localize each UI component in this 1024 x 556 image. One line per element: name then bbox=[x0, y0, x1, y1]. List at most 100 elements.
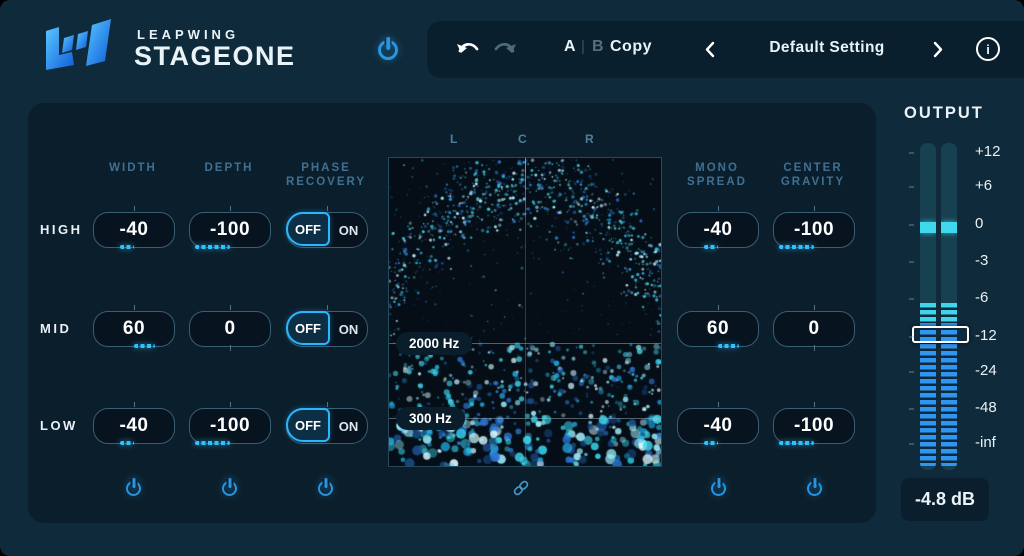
center-gravity-mid-knob[interactable]: 0 bbox=[773, 311, 855, 347]
redo-icon bbox=[491, 40, 518, 59]
chevron-right-icon bbox=[933, 41, 943, 58]
scale-plus6: +6 bbox=[975, 177, 992, 194]
header-gravity-line1: CENTER bbox=[763, 161, 863, 175]
gravity-low-indicator bbox=[779, 441, 814, 445]
phase-high-off-button[interactable]: OFF bbox=[286, 212, 330, 246]
undo-button[interactable] bbox=[455, 40, 482, 64]
link-button[interactable] bbox=[511, 478, 531, 503]
output-meter-left[interactable] bbox=[920, 143, 936, 470]
output-meter-right[interactable] bbox=[941, 143, 957, 470]
header-depth-label: DEPTH bbox=[189, 161, 269, 175]
width-low-knob[interactable]: -40 bbox=[93, 408, 175, 444]
width-mid-knob[interactable]: 60 bbox=[93, 311, 175, 347]
width-low-indicator bbox=[120, 441, 134, 445]
gravity-mid-value: 0 bbox=[808, 318, 819, 339]
center-channel-line bbox=[525, 158, 526, 466]
depth-mid-indicator bbox=[230, 345, 231, 351]
preset-a-button[interactable]: A bbox=[564, 38, 576, 56]
depth-high-value: -100 bbox=[210, 219, 250, 240]
center-gravity-high-knob[interactable]: -100 bbox=[773, 212, 855, 248]
stageone-plugin-window: LEAPWING STAGEONE A | B Copy Default Set… bbox=[0, 0, 1024, 556]
ab-divider: | bbox=[581, 38, 585, 55]
mono-low-indicator bbox=[704, 441, 718, 445]
mono-mid-indicator bbox=[718, 344, 739, 348]
preset-name[interactable]: Default Setting bbox=[742, 39, 912, 57]
leapwing-logo bbox=[36, 16, 120, 74]
width-high-knob[interactable]: -40 bbox=[93, 212, 175, 248]
phase-low-on-button[interactable]: ON bbox=[330, 409, 367, 443]
scale-plus12: +12 bbox=[975, 143, 1000, 160]
mono-low-value: -40 bbox=[704, 415, 733, 436]
row-label-high: HIGH bbox=[40, 222, 83, 237]
phase-recovery-toggle-high: OFF ON bbox=[286, 212, 368, 248]
depth-power-button[interactable] bbox=[222, 481, 237, 496]
column-header-phase-recovery: PHASE RECOVERY bbox=[276, 161, 376, 189]
meter-fill-cyan-right bbox=[941, 303, 957, 323]
output-title: OUTPUT bbox=[904, 104, 984, 123]
info-button[interactable]: i bbox=[976, 37, 1000, 61]
phase-recovery-toggle-low: OFF ON bbox=[286, 408, 368, 444]
scale-minus24: -24 bbox=[975, 362, 997, 379]
stereo-field-display: 2000 Hz 300 Hz bbox=[388, 157, 662, 467]
depth-mid-value: 0 bbox=[224, 318, 235, 339]
header-phase-line2: RECOVERY bbox=[276, 175, 376, 189]
phase-mid-off-button[interactable]: OFF bbox=[286, 311, 330, 345]
master-power-button[interactable] bbox=[378, 40, 398, 60]
copy-button[interactable]: Copy bbox=[610, 38, 652, 56]
width-mid-indicator bbox=[134, 344, 155, 348]
depth-mid-knob[interactable]: 0 bbox=[189, 311, 271, 347]
mono-spread-high-knob[interactable]: -40 bbox=[677, 212, 759, 248]
channel-label-left: L bbox=[450, 132, 459, 146]
output-gain-handle[interactable] bbox=[912, 326, 969, 343]
gravity-high-indicator bbox=[779, 245, 814, 249]
preset-next-button[interactable] bbox=[933, 41, 943, 63]
row-label-low: LOW bbox=[40, 418, 78, 433]
toolbar: A | B Copy Default Setting i bbox=[427, 21, 1024, 78]
phase-recovery-toggle-mid: OFF ON bbox=[286, 311, 368, 347]
phase-low-off-button[interactable]: OFF bbox=[286, 408, 330, 442]
product-name: STAGEONE bbox=[134, 41, 296, 72]
output-gain-readout[interactable]: -4.8 dB bbox=[901, 478, 989, 521]
column-header-depth: DEPTH bbox=[189, 161, 269, 175]
scale-minus12: -12 bbox=[975, 327, 997, 344]
link-icon bbox=[511, 478, 531, 498]
preset-b-button[interactable]: B bbox=[592, 38, 604, 56]
phase-mid-on-button[interactable]: ON bbox=[330, 312, 367, 346]
scale-minus6: -6 bbox=[975, 289, 988, 306]
depth-high-knob[interactable]: -100 bbox=[189, 212, 271, 248]
channel-label-right: R bbox=[585, 132, 596, 146]
mono-spread-power-button[interactable] bbox=[711, 481, 726, 496]
row-label-mid: MID bbox=[40, 321, 71, 336]
header-phase-line1: PHASE bbox=[276, 161, 376, 175]
depth-low-knob[interactable]: -100 bbox=[189, 408, 271, 444]
center-gravity-low-knob[interactable]: -100 bbox=[773, 408, 855, 444]
mono-spread-mid-knob[interactable]: 60 bbox=[677, 311, 759, 347]
center-gravity-power-button[interactable] bbox=[807, 481, 822, 496]
depth-high-indicator bbox=[195, 245, 230, 249]
preset-prev-button[interactable] bbox=[705, 41, 715, 63]
header-width-label: WIDTH bbox=[93, 161, 173, 175]
gravity-high-value: -100 bbox=[794, 219, 834, 240]
width-power-button[interactable] bbox=[126, 481, 141, 496]
meter-fill-left bbox=[920, 323, 936, 466]
width-high-indicator bbox=[120, 245, 134, 249]
brand-name: LEAPWING bbox=[137, 27, 239, 42]
mono-mid-value: 60 bbox=[707, 318, 729, 339]
column-header-center-gravity: CENTER GRAVITY bbox=[763, 161, 863, 189]
info-icon: i bbox=[986, 42, 990, 57]
redo-button[interactable] bbox=[491, 40, 518, 64]
crossover-low-handle[interactable]: 300 Hz bbox=[396, 407, 465, 430]
chevron-left-icon bbox=[705, 41, 715, 58]
mono-spread-low-knob[interactable]: -40 bbox=[677, 408, 759, 444]
column-header-mono-spread: MONO SPREAD bbox=[667, 161, 767, 189]
scale-minusinf: -inf bbox=[975, 434, 996, 451]
gravity-mid-indicator bbox=[814, 345, 815, 351]
mono-high-indicator bbox=[704, 245, 718, 249]
depth-low-value: -100 bbox=[210, 415, 250, 436]
phase-recovery-power-button[interactable] bbox=[318, 481, 333, 496]
peak-hold-right bbox=[941, 222, 957, 233]
crossover-high-handle[interactable]: 2000 Hz bbox=[396, 332, 472, 355]
mono-high-value: -40 bbox=[704, 219, 733, 240]
column-header-width: WIDTH bbox=[93, 161, 173, 175]
phase-high-on-button[interactable]: ON bbox=[330, 213, 367, 247]
